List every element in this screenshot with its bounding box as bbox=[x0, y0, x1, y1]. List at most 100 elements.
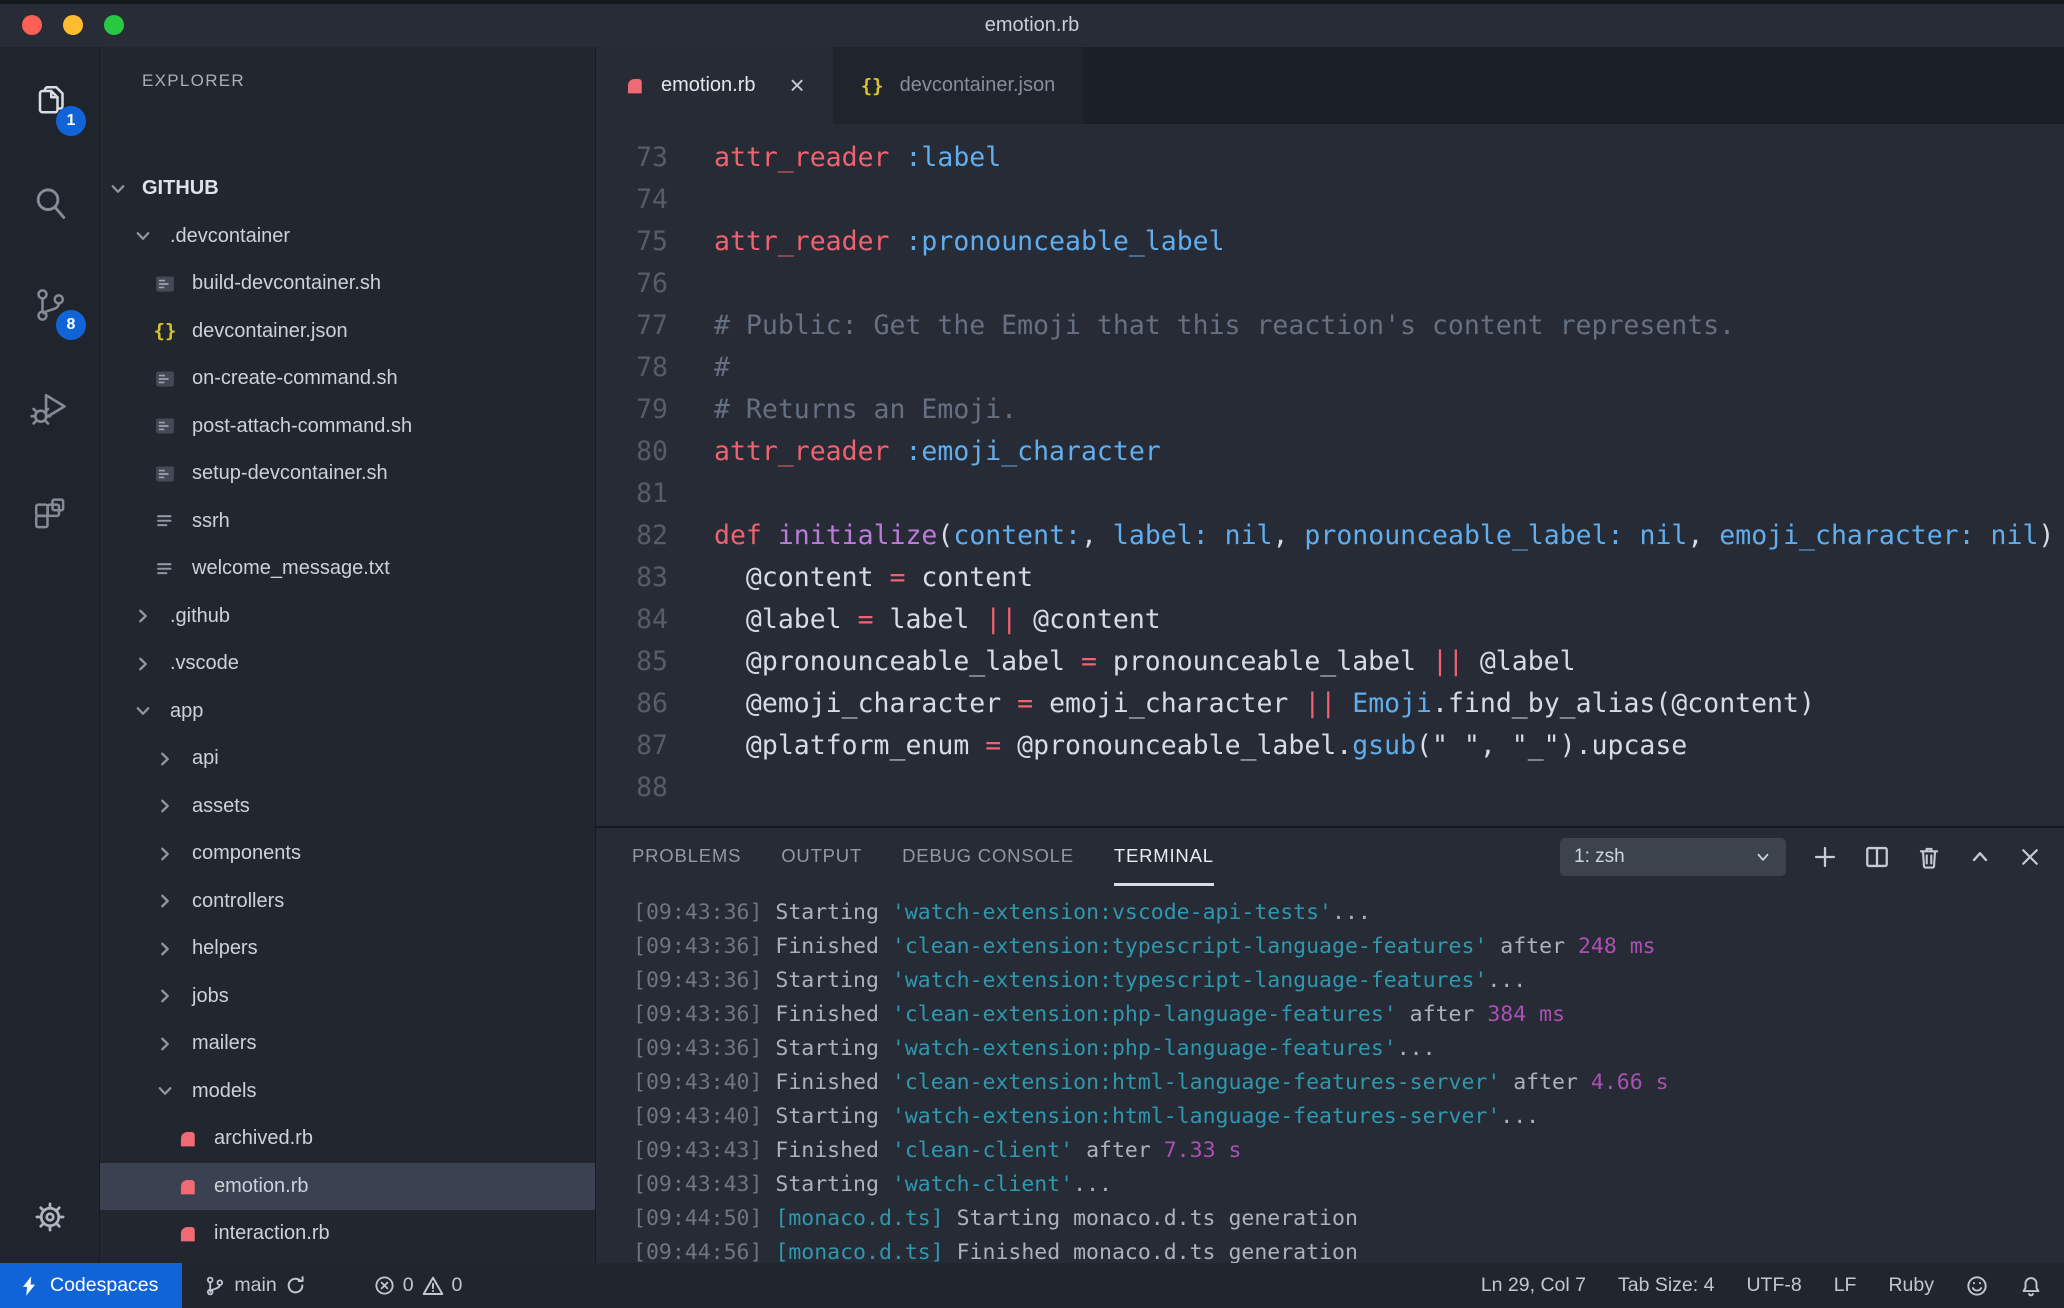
editor-tab-emotion-rb[interactable]: emotion.rb × bbox=[596, 47, 833, 124]
code-line: attr_reader :emoji_character bbox=[714, 436, 1161, 467]
tree-item-archived-rb[interactable]: archived.rb bbox=[100, 1115, 595, 1163]
shell-file-icon bbox=[150, 411, 180, 441]
close-panel-button[interactable] bbox=[2018, 845, 2042, 869]
tree-item-app[interactable]: app bbox=[100, 688, 595, 736]
codespaces-status-button[interactable]: Codespaces bbox=[0, 1263, 183, 1308]
tree-item-jobs[interactable]: jobs bbox=[100, 973, 595, 1021]
tree-item-label: .devcontainer bbox=[170, 224, 291, 247]
ruby-file-icon bbox=[624, 75, 645, 96]
split-terminal-button[interactable] bbox=[1864, 844, 1890, 870]
tree-item--vscode[interactable]: .vscode bbox=[100, 640, 595, 688]
activity-item-extensions[interactable] bbox=[0, 458, 100, 560]
tab-size-item[interactable]: Tab Size: 4 bbox=[1618, 1274, 1714, 1297]
tree-item-label: devcontainer.json bbox=[192, 319, 348, 342]
problems-status-item[interactable]: 00 bbox=[374, 1274, 462, 1297]
chevron-right-icon bbox=[150, 934, 180, 964]
chevron-down-icon bbox=[128, 221, 158, 251]
feedback-smiley-icon[interactable] bbox=[1966, 1275, 1988, 1297]
tree-item--devcontainer[interactable]: .devcontainer bbox=[100, 213, 595, 261]
chevron-down-icon bbox=[1754, 848, 1772, 866]
activity-item-source-control[interactable]: 8 bbox=[0, 254, 100, 356]
sync-icon bbox=[285, 1275, 306, 1296]
tree-item-devcontainer-json[interactable]: {} devcontainer.json bbox=[100, 308, 595, 356]
chevron-right-icon bbox=[128, 601, 158, 631]
activity-item-settings[interactable] bbox=[30, 1197, 70, 1237]
panel-tab-debug-console[interactable]: DEBUG CONSOLE bbox=[902, 828, 1074, 886]
errors-count: 0 bbox=[402, 1274, 414, 1296]
tree-item-ssrh[interactable]: ssrh bbox=[100, 498, 595, 546]
line-number: 79 bbox=[636, 394, 668, 425]
tree-item-welcome-message-txt[interactable]: welcome_message.txt bbox=[100, 545, 595, 593]
line-number: 81 bbox=[636, 478, 668, 509]
window-title: emotion.rb bbox=[984, 14, 1080, 36]
codespaces-icon bbox=[18, 1274, 40, 1298]
code-content: attr_reader :label attr_reader :pronounc… bbox=[668, 124, 2064, 826]
tree-item-post-attach-command-sh[interactable]: post-attach-command.sh bbox=[100, 403, 595, 451]
activity-item-run-debug[interactable] bbox=[0, 356, 100, 458]
explorer-sidebar: EXPLORER GITHUB .devcontainer build-devcon… bbox=[100, 47, 596, 1263]
tree-item-label: post-attach-command.sh bbox=[192, 414, 413, 437]
editor-tab-label: devcontainer.json bbox=[899, 74, 1056, 96]
line-number: 74 bbox=[636, 184, 668, 215]
tree-item--github[interactable]: .github bbox=[100, 593, 595, 641]
tree-item-api[interactable]: api bbox=[100, 735, 595, 783]
branch-status-item[interactable]: main bbox=[204, 1274, 305, 1297]
text-file-icon bbox=[150, 506, 180, 536]
tree-item-build-devcontainer-sh[interactable]: build-devcontainer.sh bbox=[100, 260, 595, 308]
notifications-bell-icon[interactable] bbox=[2020, 1275, 2042, 1297]
extensions-icon bbox=[30, 489, 70, 529]
chevron-down-icon bbox=[128, 696, 158, 726]
settings-icon bbox=[30, 1197, 70, 1237]
tree-item-setup-devcontainer-sh[interactable]: setup-devcontainer.sh bbox=[100, 450, 595, 498]
tree-item-interaction-rb[interactable]: interaction.rb bbox=[100, 1210, 595, 1258]
encoding-item[interactable]: UTF-8 bbox=[1746, 1274, 1801, 1297]
maximize-panel-button[interactable] bbox=[1968, 845, 1992, 869]
tree-item-github[interactable]: GITHUB bbox=[100, 165, 595, 213]
cursor-position-item[interactable]: Ln 29, Col 7 bbox=[1481, 1274, 1586, 1297]
status-bar: Codespaces main 0 0 Ln 29, Col 7 Tab Size: 4 U… bbox=[0, 1263, 2064, 1308]
panel-tab-problems[interactable]: PROBLEMS bbox=[632, 828, 741, 886]
activity-bar-bottom bbox=[0, 1197, 100, 1237]
code-line: # Returns an Emoji. bbox=[714, 394, 1018, 425]
chevron-down-icon bbox=[150, 1076, 180, 1106]
terminal-output[interactable]: [09:43:36] Starting 'watch-extension:vsc… bbox=[596, 886, 2064, 1263]
editor-tab-bar: emotion.rb × {} devcontainer.json bbox=[596, 47, 2064, 124]
language-mode-item[interactable]: Ruby bbox=[1888, 1274, 1934, 1297]
activity-item-explorer[interactable]: 1 bbox=[0, 50, 100, 152]
chevron-down-icon bbox=[103, 174, 133, 204]
close-tab-icon[interactable]: × bbox=[790, 70, 805, 101]
panel-tab-label: PROBLEMS bbox=[632, 844, 742, 866]
code-editor[interactable]: 73 74 75 76 77 78 79 80 81 82 83 84 85 86 87 88 attr_re… bbox=[596, 124, 2064, 826]
editor-tab-devcontainer-json[interactable]: {} devcontainer.json bbox=[832, 47, 1084, 124]
new-terminal-button[interactable] bbox=[1812, 844, 1838, 870]
tree-item-mailers[interactable]: mailers bbox=[100, 1020, 595, 1068]
tree-item-label: components bbox=[192, 842, 301, 865]
eol-item[interactable]: LF bbox=[1834, 1274, 1857, 1297]
tree-item-on-create-command-sh[interactable]: on-create-command.sh bbox=[100, 355, 595, 403]
terminal-shell-select-value: 1: zsh bbox=[1574, 846, 1625, 867]
editor-tab-label: emotion.rb bbox=[661, 74, 756, 96]
terminal-line: [09:43:40] Starting 'watch-extension:htm… bbox=[633, 1104, 1540, 1129]
tree-item-models[interactable]: models bbox=[100, 1068, 595, 1116]
tree-item-controllers[interactable]: controllers bbox=[100, 878, 595, 926]
panel-tab-terminal[interactable]: TERMINAL bbox=[1113, 828, 1214, 886]
text-file-icon bbox=[150, 554, 180, 584]
panel-tab-output[interactable]: OUTPUT bbox=[781, 828, 862, 886]
tree-item-assets[interactable]: assets bbox=[100, 783, 595, 831]
tree-item-label: controllers bbox=[192, 889, 285, 912]
tree-item-helpers[interactable]: helpers bbox=[100, 925, 595, 973]
line-number: 80 bbox=[636, 436, 668, 467]
tree-item-components[interactable]: components bbox=[100, 830, 595, 878]
search-icon bbox=[29, 182, 71, 224]
terminal-line: [09:43:40] Finished 'clean-extension:htm… bbox=[633, 1070, 1669, 1095]
errors-icon bbox=[374, 1275, 395, 1296]
code-line: @platform_enum = @pronounceable_label.gs… bbox=[714, 730, 1688, 761]
kill-terminal-button[interactable] bbox=[1916, 844, 1942, 870]
activity-item-search[interactable] bbox=[0, 152, 100, 254]
tree-item-emotion-rb[interactable]: emotion.rb bbox=[100, 1162, 595, 1210]
tree-item-label: .github bbox=[170, 604, 231, 627]
terminal-shell-select[interactable]: 1: zsh bbox=[1560, 838, 1786, 876]
tree-item-label: app bbox=[170, 699, 204, 722]
chevron-right-icon bbox=[128, 649, 158, 679]
